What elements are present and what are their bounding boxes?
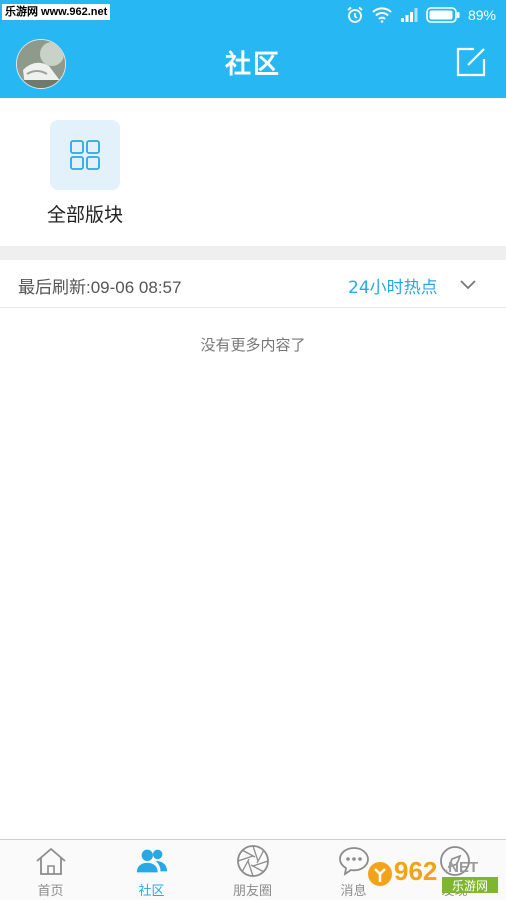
watermark-tld: .NET — [444, 859, 478, 876]
page-title: 社区 — [224, 50, 281, 80]
tab-home[interactable]: 首页 — [0, 844, 101, 900]
last-refresh-text: 最后刷新:09-06 08:57 — [18, 278, 182, 297]
top-header: 乐游网 www.962.net 89% 社区 — [0, 0, 506, 98]
refresh-row: 最后刷新:09-06 08:57 24小时热点 — [0, 260, 506, 308]
battery-icon — [426, 7, 460, 23]
watermark-text: 乐游网 www.962.net — [2, 4, 111, 20]
signal-icon — [400, 8, 418, 22]
watermark-site: 乐游网 — [452, 879, 488, 893]
tab-home-label: 首页 — [37, 884, 64, 899]
home-icon — [35, 847, 66, 875]
tab-messages-label: 消息 — [340, 884, 367, 899]
all-blocks-label[interactable]: 全部版块 — [30, 200, 140, 227]
tab-community[interactable]: 社区 — [101, 844, 202, 900]
tab-moments-label: 朋友圈 — [232, 884, 272, 899]
compose-icon[interactable] — [454, 45, 488, 79]
section-divider — [0, 246, 506, 260]
all-blocks-button[interactable] — [50, 120, 120, 190]
wifi-icon — [372, 7, 392, 23]
tab-community-label: 社区 — [138, 884, 165, 899]
empty-state-text: 没有更多内容了 — [200, 336, 306, 354]
tab-moments[interactable]: 朋友圈 — [202, 844, 303, 900]
watermark-brand: 962 — [394, 856, 437, 886]
chevron-down-icon[interactable] — [459, 276, 477, 292]
status-icons: 89% — [346, 5, 496, 25]
alarm-icon — [347, 6, 363, 23]
watermark-logo: 962 .NET 乐游网 — [368, 856, 498, 893]
hot-filter-label[interactable]: 24小时热点 — [348, 273, 438, 298]
aperture-icon — [236, 845, 269, 877]
grid-icon — [70, 140, 100, 170]
status-bar: 乐游网 www.962.net 89% — [0, 0, 506, 30]
battery-percent: 89% — [467, 7, 496, 23]
community-icon — [136, 849, 167, 873]
